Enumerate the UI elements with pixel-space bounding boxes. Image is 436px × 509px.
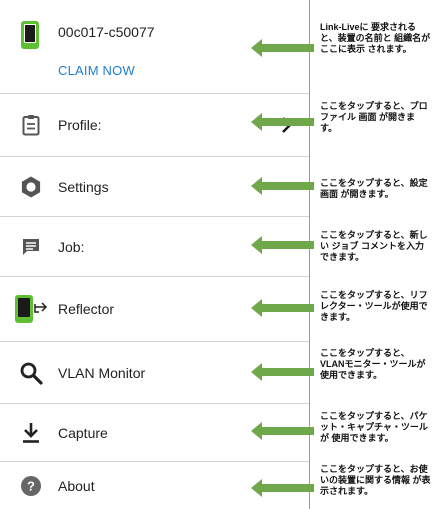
callout-note: ここをタップすると、設定 画面 が開きます。 (320, 178, 428, 199)
callout-note: ここをタップすると、パケット・キャプチャ・ツールが 使用できます。 (320, 411, 428, 443)
menu-item-label: Capture (58, 424, 108, 441)
help-icon: ? (18, 473, 44, 499)
callout-arrow-icon (251, 422, 314, 440)
callout-note: ここをタップすると、リフレクター・ツールが使用できます。 (320, 290, 428, 322)
callout-note: ここをタップすると、お使いの装置に関する情報 が表示されます。 (320, 464, 431, 496)
callout-note: ここをタップすると、プロファイル 画面 が開きます。 (320, 101, 428, 133)
menu-item-label: Job: (58, 238, 85, 255)
search-icon (18, 360, 44, 386)
menu-item-label: About (58, 477, 95, 494)
menu-item-label: Profile: (58, 117, 102, 133)
callout-note: ここをタップすると、VLANモニター・ツールが 使用できます。 (320, 348, 426, 380)
callout-arrow-icon (251, 363, 314, 381)
device-name: 00c017-c50077 (58, 24, 155, 40)
claim-now-link[interactable]: CLAIM NOW (58, 63, 135, 78)
callout-arrow-icon (251, 113, 314, 131)
comment-icon (18, 234, 44, 260)
callout-arrow-icon (251, 299, 314, 317)
callout-arrow-icon (251, 39, 314, 57)
reflector-icon (14, 295, 48, 323)
callout-arrow-icon (251, 177, 314, 195)
callout-arrow-icon (251, 236, 314, 254)
gear-icon (18, 174, 44, 200)
menu-item-label: VLAN Monitor (58, 364, 146, 381)
menu-item-label: Reflector (58, 301, 115, 317)
clipboard-icon (18, 112, 44, 138)
device-icon (20, 20, 40, 50)
callout-note: Link-Liveに 要求されると、装置の名前と 組織名が ここに表示 されます… (320, 22, 431, 54)
svg-text:?: ? (27, 478, 35, 493)
menu-item-label: Settings (58, 178, 109, 195)
callout-note: ここをタップすると、新しい ジョブ コメントを入力できます。 (320, 230, 428, 262)
callout-arrow-icon (251, 479, 314, 497)
download-icon (18, 420, 44, 446)
